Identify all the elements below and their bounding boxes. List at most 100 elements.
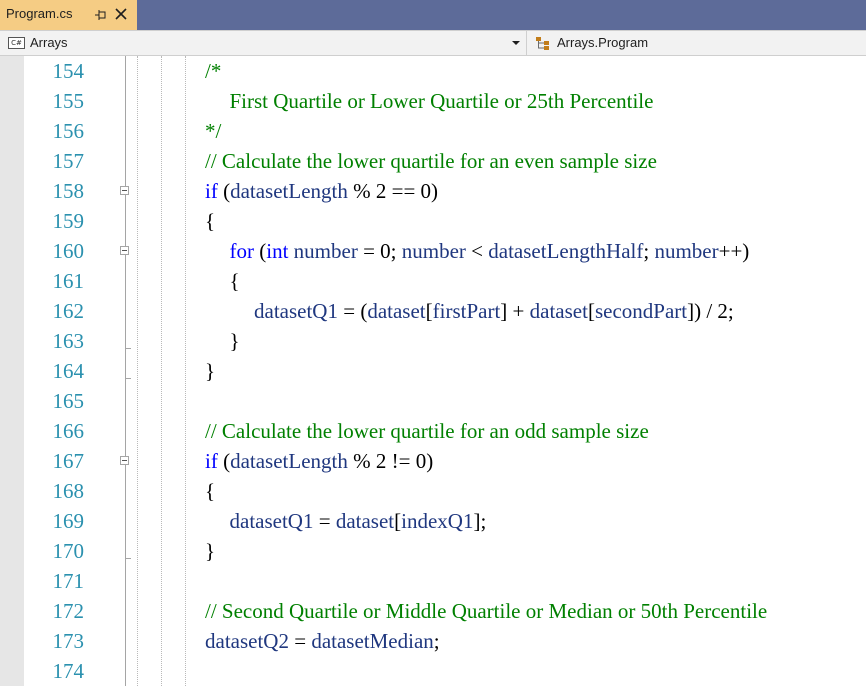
code-line[interactable]: 158 if (datasetLength % 2 == 0) — [0, 176, 866, 206]
tab-title: Program.cs — [6, 6, 73, 21]
code-text: = 0; — [357, 239, 402, 263]
project-name: Arrays — [30, 35, 68, 50]
code-identifier: number — [654, 239, 719, 263]
code-keyword: if — [205, 449, 218, 473]
close-icon[interactable] — [115, 8, 127, 20]
code-text-content: } — [205, 536, 215, 566]
code-line[interactable]: 172 // Second Quartile or Middle Quartile… — [0, 596, 866, 626]
chevron-down-icon[interactable] — [512, 41, 520, 45]
line-number: 157 — [52, 149, 85, 173]
code-identifier: datasetQ1 — [229, 509, 314, 533]
code-line[interactable]: 166 // Calculate the lower quartile for a… — [0, 416, 866, 446]
code-text: ++) — [718, 239, 750, 263]
code-comment: */ — [205, 119, 222, 143]
code-text: ] + — [500, 299, 530, 323]
code-text-content: /* — [205, 56, 221, 86]
code-line[interactable]: 156 */ — [0, 116, 866, 146]
code-identifier: datasetQ1 — [254, 299, 338, 323]
member-dropdown[interactable]: Arrays.Program — [557, 35, 648, 50]
code-line[interactable]: 173 datasetQ2 = datasetMedian; — [0, 626, 866, 656]
code-comment: First Quartile or Lower Quartile or 25th… — [229, 89, 654, 113]
code-identifier: dataset — [529, 299, 588, 323]
code-line[interactable]: 168 { — [0, 476, 866, 506]
code-text: { — [205, 479, 216, 503]
code-text: % 2 == 0) — [347, 179, 439, 203]
code-keyword: if — [205, 179, 218, 203]
code-identifier: datasetMedian — [311, 629, 434, 653]
line-number: 168 — [52, 479, 85, 503]
code-identifier: indexQ1 — [401, 509, 474, 533]
code-text: ; — [433, 629, 440, 653]
fold-end-marker — [125, 348, 131, 349]
collapse-toggle-icon[interactable] — [120, 186, 129, 195]
code-text: % 2 != 0) — [347, 449, 434, 473]
line-number: 159 — [52, 209, 85, 233]
code-text: { — [205, 209, 216, 233]
csharp-project-icon: C# — [8, 37, 25, 49]
code-text-content: { — [205, 476, 215, 506]
code-line[interactable]: 159 { — [0, 206, 866, 236]
code-line[interactable]: 169 datasetQ1 = dataset[indexQ1]; — [0, 506, 866, 536]
code-text: = — [313, 509, 336, 533]
code-editor[interactable]: 154 /* 155 First Quartile or Lower Quartile… — [0, 56, 866, 686]
code-line[interactable]: 167 if (datasetLength % 2 != 0) — [0, 446, 866, 476]
document-tab-program-cs[interactable]: Program.cs — [0, 0, 137, 30]
document-tab-strip: Program.cs — [0, 0, 866, 30]
code-text-content: datasetQ2 = datasetMedian; — [205, 626, 440, 656]
code-keyword: int — [266, 239, 289, 263]
code-text-content: } — [205, 356, 215, 386]
code-comment: /* — [205, 59, 222, 83]
code-identifier: datasetLengthHalf — [488, 239, 644, 263]
line-number: 156 — [52, 119, 85, 143]
code-line[interactable]: 165 — [0, 386, 866, 416]
code-text-content: datasetQ1 = (dataset[firstPart] + datase… — [254, 296, 734, 326]
code-line[interactable]: 161 { — [0, 266, 866, 296]
code-text: = — [288, 629, 312, 653]
line-number: 165 — [52, 389, 85, 413]
code-text: [ — [425, 299, 433, 323]
code-text: ]; — [473, 509, 487, 533]
code-comment: // Calculate the lower quartile for an e… — [205, 149, 657, 173]
line-number: 160 — [52, 239, 85, 263]
line-number: 167 — [52, 449, 85, 473]
collapse-toggle-icon[interactable] — [120, 246, 129, 255]
line-number: 166 — [52, 419, 85, 443]
code-text-content: for (int number = 0; number < datasetLen… — [230, 236, 750, 266]
code-line[interactable]: 164} — [0, 356, 866, 386]
pin-icon[interactable] — [95, 10, 107, 20]
code-line[interactable]: 154 /* — [0, 56, 866, 86]
code-line[interactable]: 160 for (int number = 0; number < dataset… — [0, 236, 866, 266]
code-line[interactable]: 171 — [0, 566, 866, 596]
line-number: 155 — [52, 89, 85, 113]
code-identifier: secondPart — [594, 299, 688, 323]
code-text-content: // Calculate the lower quartile for an e… — [205, 146, 657, 176]
code-line[interactable]: 163} — [0, 326, 866, 356]
code-line[interactable]: 174 — [0, 656, 866, 686]
code-text: [ — [587, 299, 595, 323]
code-text-content: if (datasetLength % 2 != 0) — [205, 446, 433, 476]
collapse-toggle-icon[interactable] — [120, 456, 129, 465]
line-number: 158 — [52, 179, 85, 203]
code-text: ( — [217, 449, 231, 473]
code-text: < — [465, 239, 489, 263]
code-text: ; — [643, 239, 655, 263]
line-number: 162 — [52, 299, 85, 323]
code-text-content: if (datasetLength % 2 == 0) — [205, 176, 438, 206]
code-text-content: // Second Quartile or Middle Quartile or… — [205, 596, 767, 626]
code-comment: // Second Quartile or Middle Quartile or… — [205, 599, 768, 623]
code-keyword: for — [229, 239, 255, 263]
code-line[interactable]: 170} — [0, 536, 866, 566]
code-line[interactable]: 155 First Quartile or Lower Quartile or 2… — [0, 86, 866, 116]
code-identifier: datasetQ2 — [205, 629, 289, 653]
line-number: 161 — [52, 269, 85, 293]
fold-end-marker — [125, 558, 131, 559]
code-line[interactable]: 157 // Calculate the lower quartile for a… — [0, 146, 866, 176]
line-number: 154 — [52, 59, 85, 83]
code-text-content: datasetQ1 = dataset[indexQ1]; — [230, 506, 487, 536]
code-text-content: } — [230, 326, 240, 356]
code-text: } — [205, 359, 216, 383]
line-number: 171 — [52, 569, 85, 593]
code-line[interactable]: 162 datasetQ1 = (dataset[firstPart] + dat… — [0, 296, 866, 326]
project-dropdown[interactable]: C# Arrays — [0, 31, 527, 55]
code-identifier: datasetLength — [230, 449, 348, 473]
